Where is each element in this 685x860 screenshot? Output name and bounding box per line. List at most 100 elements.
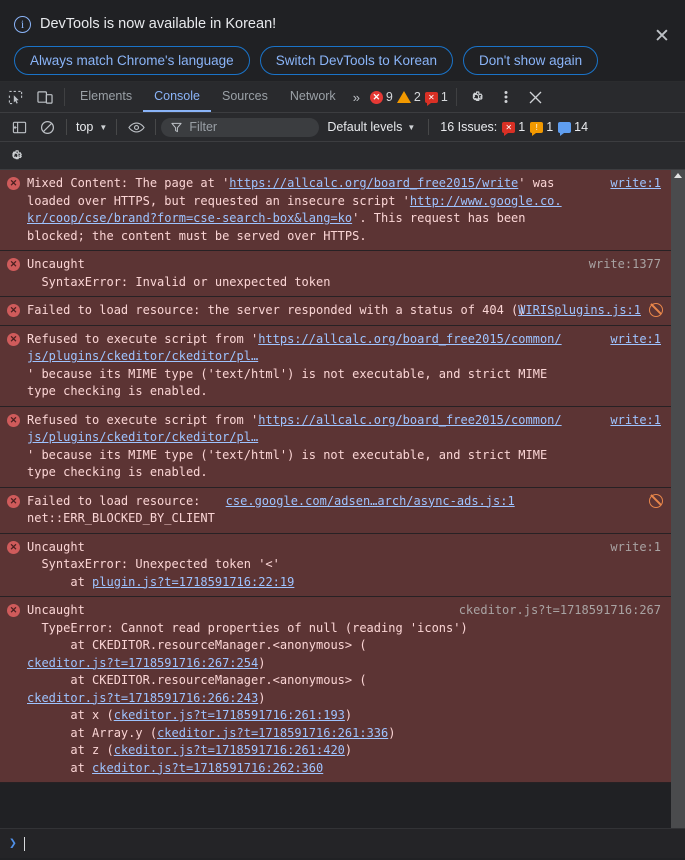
issue-icon: ✕ xyxy=(424,91,438,106)
error-icon: ✕ xyxy=(369,90,383,104)
message-source-location: write:1 xyxy=(610,539,661,554)
tab-sources[interactable]: Sources xyxy=(211,82,279,112)
source-link[interactable]: ckeditor.js?t=1718591716:261:420 xyxy=(114,743,345,757)
source-link[interactable]: ckeditor.js?t=1718591716:266:243 xyxy=(27,691,258,705)
tab-elements[interactable]: Elements xyxy=(69,82,143,112)
console-message[interactable]: ✕ Failed to load resource: net::ERR_BLOCK… xyxy=(0,487,671,534)
banner-close-icon[interactable]: ✕ xyxy=(651,26,673,48)
message-source-location[interactable]: write:1 xyxy=(610,331,661,349)
console-settings-strip xyxy=(0,142,685,170)
blocked-request-icon[interactable] xyxy=(649,493,663,508)
console-message[interactable]: ✕ Failed to load resource: the server res… xyxy=(0,297,671,326)
show-console-sidebar-icon[interactable] xyxy=(5,114,33,140)
source-link[interactable]: plugin.js?t=1718591716:22:19 xyxy=(92,575,294,589)
console-message[interactable]: ✕ Uncaught SyntaxError: Unexpected token … xyxy=(0,533,671,597)
log-levels-label: Default levels xyxy=(327,120,403,134)
console-settings-gear-icon[interactable] xyxy=(8,148,23,163)
console-message[interactable]: ✕ Refused to execute script from 'https:/… xyxy=(0,325,671,407)
issues-info-icon xyxy=(558,121,572,136)
switch-devtools-language-button[interactable]: Switch DevTools to Korean xyxy=(259,46,454,75)
issues-error-badge[interactable]: ✕ 1 xyxy=(502,120,525,136)
filter-input[interactable]: Filter xyxy=(161,117,320,137)
error-icon: ✕ xyxy=(7,604,20,617)
error-icon: ✕ xyxy=(7,494,20,508)
console-message[interactable]: ✕ Uncaught TypeError: Cannot read propert… xyxy=(0,597,671,783)
console-message-text: Refused to execute script from 'https://… xyxy=(27,412,562,480)
source-link[interactable]: https://allcalc.org/board_free2015/write xyxy=(229,176,518,190)
device-toolbar-icon[interactable] xyxy=(30,82,60,112)
error-count: 9 xyxy=(385,90,393,104)
source-link[interactable]: ckeditor.js?t=1718591716:261:193 xyxy=(114,708,345,722)
filter-placeholder: Filter xyxy=(189,120,218,134)
issues-error-icon: ✕ xyxy=(502,121,516,136)
console-message-text: Refused to execute script from 'https://… xyxy=(27,331,562,399)
live-expression-eye-icon[interactable] xyxy=(122,114,150,140)
filterbar-divider-4 xyxy=(428,119,430,135)
execution-context-label: top xyxy=(76,120,94,134)
error-icon: ✕ xyxy=(7,177,20,190)
error-icon: ✕ xyxy=(7,304,20,317)
console-message[interactable]: ✕ Refused to execute script from 'https:/… xyxy=(0,406,671,488)
dont-show-again-button[interactable]: Don't show again xyxy=(463,46,599,75)
warning-icon xyxy=(396,91,411,103)
issue-counters: ✕ 9 2 ✕ 1 xyxy=(366,82,452,112)
clear-console-icon[interactable] xyxy=(33,114,61,140)
chevron-down-icon-levels: ▼ xyxy=(407,122,416,132)
inspect-element-icon[interactable] xyxy=(0,82,30,112)
language-notification-banner: i DevTools is now available in Korean! A… xyxy=(0,0,685,82)
more-tabs-icon[interactable]: » xyxy=(347,82,366,112)
prompt-chevron-icon: ❯ xyxy=(9,836,17,851)
warning-counter[interactable]: 2 xyxy=(396,90,421,104)
console-message[interactable]: ✕ Uncaught SyntaxError: Invalid or unexpe… xyxy=(0,251,671,297)
always-match-language-button[interactable]: Always match Chrome's language xyxy=(14,46,250,75)
blocked-request-icon[interactable] xyxy=(649,303,663,317)
scroll-up-arrow-icon[interactable] xyxy=(674,173,682,178)
close-devtools-icon[interactable] xyxy=(521,82,551,112)
chevron-down-icon: ▼ xyxy=(99,122,108,132)
console-message-text: Uncaught SyntaxError: Unexpected token '… xyxy=(27,539,295,589)
error-icon: ✕ xyxy=(7,540,20,554)
banner-message-row: i DevTools is now available in Korean! xyxy=(14,12,671,36)
issues-info-count: 14 xyxy=(574,120,589,134)
kebab-menu-icon[interactable] xyxy=(491,82,521,112)
console-message-list: ✕ Mixed Content: The page at 'https://all… xyxy=(0,170,671,828)
issue-count: 1 xyxy=(440,90,448,104)
console-scrollbar[interactable] xyxy=(671,170,685,828)
warning-count: 2 xyxy=(413,90,421,104)
source-link[interactable]: https://allcalc.org/board_free2015/commo… xyxy=(27,413,562,445)
tab-console[interactable]: Console xyxy=(143,82,211,112)
devtools-tabbar: Elements Console Sources Network » ✕ 9 2… xyxy=(0,82,685,113)
info-icon: i xyxy=(14,15,31,33)
source-link[interactable]: ckeditor.js?t=1718591716:262:360 xyxy=(92,761,323,775)
console-filter-toolbar: top ▼ Filter Default levels ▼ 16 Issues:… xyxy=(0,113,685,142)
log-levels-dropdown[interactable]: Default levels ▼ xyxy=(319,120,423,134)
error-icon: ✕ xyxy=(7,413,20,427)
error-counter[interactable]: ✕ 9 xyxy=(369,90,393,104)
filterbar-divider-1 xyxy=(66,119,67,135)
prompt-caret xyxy=(23,836,25,851)
message-source-location: write:1377 xyxy=(588,257,661,271)
source-link[interactable]: ckeditor.js?t=1718591716:261:336 xyxy=(157,726,388,740)
console-message-text: Uncaught SyntaxError: Invalid or unexpec… xyxy=(27,257,331,289)
console-message[interactable]: ✕ Mixed Content: The page at 'https://all… xyxy=(0,170,671,251)
tabbar-divider-2 xyxy=(455,88,457,106)
filterbar-divider-2 xyxy=(116,119,118,135)
banner-actions: Always match Chrome's language Switch De… xyxy=(14,46,671,75)
tab-network[interactable]: Network xyxy=(279,82,347,112)
issues-summary[interactable]: 16 Issues: ✕ 1 ! 1 14 xyxy=(434,120,589,136)
console-message-area[interactable]: ✕ Mixed Content: The page at 'https://all… xyxy=(0,170,685,828)
message-source-location[interactable]: WIRISplugins.js:1 xyxy=(518,302,641,320)
source-link[interactable]: http://www.google.co.kr/coop/cse/brand?f… xyxy=(27,194,562,226)
source-link[interactable]: ckeditor.js?t=1718591716:267:254 xyxy=(27,656,258,670)
message-source-location[interactable]: write:1 xyxy=(610,412,661,430)
issues-warning-badge[interactable]: ! 1 xyxy=(530,120,554,136)
source-link[interactable]: https://allcalc.org/board_free2015/commo… xyxy=(27,332,562,364)
message-source-location[interactable]: cse.google.com/adsen…arch/async-ads.js:1 xyxy=(226,493,515,511)
issue-counter[interactable]: ✕ 1 xyxy=(424,90,448,106)
gear-icon[interactable] xyxy=(461,82,491,112)
issues-warning-count: 1 xyxy=(546,120,554,134)
console-prompt[interactable]: ❯ xyxy=(0,828,685,858)
execution-context-selector[interactable]: top ▼ xyxy=(72,120,111,134)
message-source-location[interactable]: write:1 xyxy=(610,175,661,193)
issues-info-badge[interactable]: 14 xyxy=(558,120,589,136)
